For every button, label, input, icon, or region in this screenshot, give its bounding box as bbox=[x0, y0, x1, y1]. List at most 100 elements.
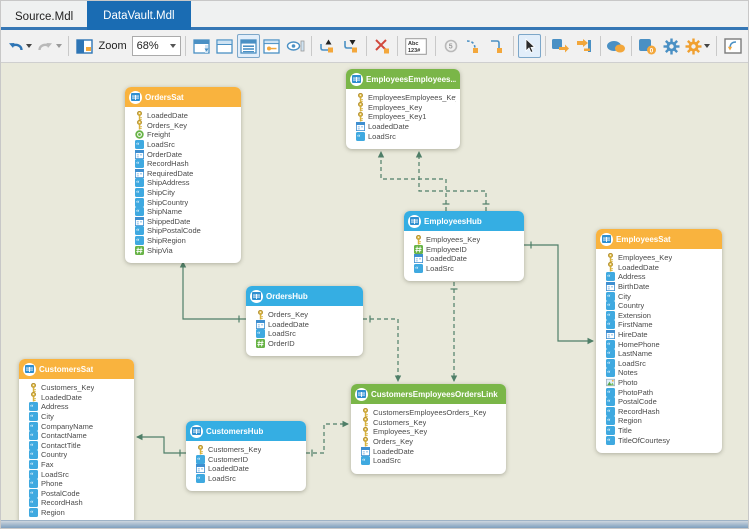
field-loadsrc[interactable]: “LoadSrc bbox=[361, 456, 502, 466]
diagram-canvas[interactable]: OrdersSatLoadedDateOrders_KeyFreight“Loa… bbox=[1, 63, 748, 520]
entity-header[interactable]: CustomersEmployeesOrdersLink bbox=[351, 384, 506, 404]
fit-view-button[interactable] bbox=[721, 34, 744, 58]
entity-employeessat[interactable]: EmployeesSat Employees_KeyLoadedDate“Addr… bbox=[596, 229, 722, 453]
field-shipcountry[interactable]: “ShipCountry bbox=[135, 197, 237, 207]
field-shipaddress[interactable]: “ShipAddress bbox=[135, 178, 237, 188]
undo-dropdown-caret[interactable] bbox=[26, 44, 32, 48]
field-recordhash[interactable]: “RecordHash bbox=[606, 407, 718, 417]
entity-header[interactable]: OrdersHub bbox=[246, 286, 363, 306]
redo-button[interactable] bbox=[35, 34, 64, 58]
entity-header[interactable]: CustomersHub bbox=[186, 421, 306, 441]
entity-header[interactable]: EmployeesSat bbox=[596, 229, 722, 249]
tab-datavault-mdl[interactable]: DataVault.Mdl bbox=[87, 1, 190, 30]
field-loadsrc[interactable]: “LoadSrc bbox=[606, 359, 718, 369]
field-employees_key[interactable]: Employees_Key bbox=[606, 253, 718, 263]
field-employees_key[interactable]: Employees_Key bbox=[361, 427, 502, 437]
show-table-header-button[interactable] bbox=[213, 34, 236, 58]
connector-customershub-customerssat[interactable] bbox=[137, 437, 186, 453]
field-customerid[interactable]: “CustomerID bbox=[196, 455, 302, 465]
field-titleofcourtesy[interactable]: “TitleOfCourtesy bbox=[606, 435, 718, 445]
entity-employeesemployees[interactable]: EmployeesEmployees... EmployeesEmployees_… bbox=[346, 69, 460, 149]
route-connector-up-button[interactable] bbox=[316, 34, 339, 58]
redo-dropdown-caret[interactable] bbox=[56, 44, 62, 48]
field-notes[interactable]: “Notes bbox=[606, 368, 718, 378]
dashed-connector-button[interactable] bbox=[463, 34, 486, 58]
field-phone[interactable]: “Phone bbox=[29, 479, 130, 489]
field-contactname[interactable]: “ContactName bbox=[29, 431, 130, 441]
field-employees_key[interactable]: Employees_Key bbox=[356, 103, 456, 113]
field-shippeddate[interactable]: ShippedDate bbox=[135, 217, 237, 227]
field-lastname[interactable]: “LastName bbox=[606, 349, 718, 359]
field-city[interactable]: “City bbox=[29, 412, 130, 422]
field-shipcity[interactable]: “ShipCity bbox=[135, 188, 237, 198]
settings-button[interactable] bbox=[660, 34, 683, 58]
field-title[interactable]: “Title bbox=[606, 426, 718, 436]
field-address[interactable]: “Address bbox=[29, 402, 130, 412]
field-orders_key[interactable]: Orders_Key bbox=[256, 310, 359, 320]
field-customers_key[interactable]: Customers_Key bbox=[29, 383, 130, 393]
delete-connector-button[interactable] bbox=[371, 34, 394, 58]
connector-employeeshub-employeesemployeeslink[interactable] bbox=[381, 152, 446, 211]
entity-header[interactable]: CustomersSat bbox=[19, 359, 134, 379]
field-loadeddate[interactable]: LoadedDate bbox=[29, 393, 130, 403]
field-country[interactable]: “Country bbox=[29, 450, 130, 460]
field-loadeddate[interactable]: LoadedDate bbox=[414, 254, 520, 264]
field-address[interactable]: “Address bbox=[606, 272, 718, 282]
field-extension[interactable]: “Extension bbox=[606, 311, 718, 321]
field-orders_key[interactable]: Orders_Key bbox=[135, 121, 237, 131]
auto-layout-button[interactable]: 5 bbox=[439, 34, 462, 58]
field-loadsrc[interactable]: “LoadSrc bbox=[414, 264, 520, 274]
generate-dropdown-caret[interactable] bbox=[704, 44, 710, 48]
pointer-tool-button[interactable] bbox=[518, 34, 541, 58]
field-city[interactable]: “City bbox=[606, 291, 718, 301]
field-region[interactable]: “Region bbox=[606, 416, 718, 426]
field-postalcode[interactable]: “PostalCode bbox=[606, 397, 718, 407]
entity-ordershub[interactable]: OrdersHubOrders_KeyLoadedDate“LoadSrcOrd… bbox=[246, 286, 363, 356]
entity-header[interactable]: EmployeesEmployees... bbox=[346, 69, 460, 89]
entity-header[interactable]: OrdersSat bbox=[125, 87, 241, 107]
connector-employeeshub-employeesemployeeslink[interactable] bbox=[419, 152, 486, 211]
field-postalcode[interactable]: “PostalCode bbox=[29, 489, 130, 499]
field-birthdate[interactable]: BirthDate bbox=[606, 282, 718, 292]
field-loadsrc[interactable]: “LoadSrc bbox=[256, 329, 359, 339]
connector-ordershub-customersemployeesorderslink[interactable] bbox=[363, 319, 398, 381]
field-freight[interactable]: Freight bbox=[135, 130, 237, 140]
visibility-button[interactable] bbox=[284, 34, 307, 58]
field-loadeddate[interactable]: LoadedDate bbox=[256, 320, 359, 330]
field-contacttitle[interactable]: “ContactTitle bbox=[29, 441, 130, 451]
field-firstname[interactable]: “FirstName bbox=[606, 320, 718, 330]
field-loadsrc[interactable]: “LoadSrc bbox=[196, 474, 302, 484]
field-photopath[interactable]: “PhotoPath bbox=[606, 387, 718, 397]
show-keys-button[interactable] bbox=[261, 34, 284, 58]
entity-employeeshub[interactable]: EmployeesHub Employees_KeyEmployeeIDLoade… bbox=[404, 211, 524, 281]
field-employees_key[interactable]: Employees_Key bbox=[414, 235, 520, 245]
show-datatypes-button[interactable]: Abc123# bbox=[402, 34, 430, 58]
tab-source-mdl[interactable]: Source.Mdl bbox=[1, 4, 87, 30]
show-table-detail-button[interactable] bbox=[190, 34, 213, 58]
field-customers_key[interactable]: Customers_Key bbox=[361, 418, 502, 428]
field-loadeddate[interactable]: LoadedDate bbox=[361, 446, 502, 456]
merge-entities-button[interactable] bbox=[573, 34, 596, 58]
field-employeesemployees_key[interactable]: EmployeesEmployees_Key bbox=[356, 93, 456, 103]
field-loadeddate[interactable]: LoadedDate bbox=[606, 263, 718, 273]
connector-employeeshub-employeessat[interactable] bbox=[524, 245, 593, 341]
route-connector-down-button[interactable] bbox=[339, 34, 362, 58]
field-orders_key[interactable]: Orders_Key bbox=[361, 437, 502, 447]
field-requireddate[interactable]: RequiredDate bbox=[135, 169, 237, 179]
show-table-list-button[interactable] bbox=[237, 34, 260, 58]
field-photo[interactable]: Photo bbox=[606, 378, 718, 388]
cloud-sync-button[interactable] bbox=[605, 34, 628, 58]
field-loadsrc[interactable]: “LoadSrc bbox=[135, 140, 237, 150]
field-orderdate[interactable]: OrderDate bbox=[135, 149, 237, 159]
zoom-select[interactable]: 68% bbox=[132, 36, 181, 56]
field-loadeddate[interactable]: LoadedDate bbox=[135, 111, 237, 121]
field-employeeid[interactable]: EmployeeID bbox=[414, 245, 520, 255]
elbow-connector-button[interactable] bbox=[487, 34, 510, 58]
entity-customershub[interactable]: CustomersHubCustomers_Key“CustomerIDLoad… bbox=[186, 421, 306, 491]
field-fax[interactable]: “Fax bbox=[29, 460, 130, 470]
field-region[interactable]: “Region bbox=[29, 508, 130, 518]
field-loadeddate[interactable]: LoadedDate bbox=[356, 122, 456, 132]
entity-header[interactable]: EmployeesHub bbox=[404, 211, 524, 231]
field-companyname[interactable]: “CompanyName bbox=[29, 421, 130, 431]
field-recordhash[interactable]: “RecordHash bbox=[135, 159, 237, 169]
